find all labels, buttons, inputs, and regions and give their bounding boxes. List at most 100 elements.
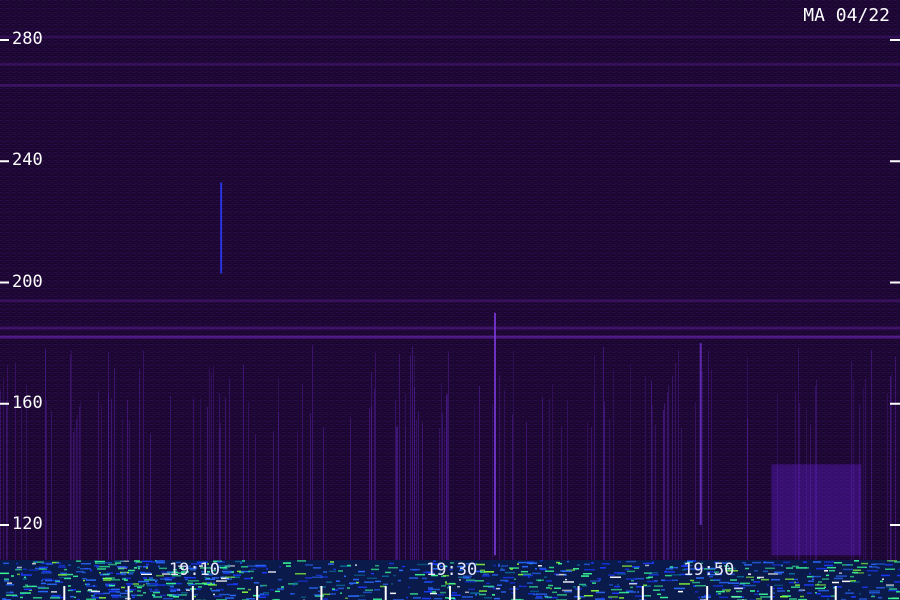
low-band-speck [301, 596, 306, 598]
low-band-speck [344, 575, 346, 578]
low-band-speck [719, 581, 729, 584]
low-band-speck [32, 562, 36, 565]
low-band-speck [87, 583, 90, 585]
noise-column [150, 433, 151, 560]
low-band-speck [818, 581, 822, 583]
noise-column [630, 364, 631, 560]
low-band-speck [135, 562, 137, 564]
low-band-speck [591, 590, 599, 592]
low-band-speck [783, 561, 790, 564]
low-band-speck [785, 578, 794, 580]
low-band-speck [885, 564, 893, 566]
noise-column [549, 399, 550, 560]
noise-column [302, 383, 303, 560]
low-band-speck [501, 565, 508, 567]
low-band-speck [223, 572, 230, 575]
noise-stripe [0, 113, 900, 114]
low-band-speck [536, 595, 542, 598]
spectrogram-chart: MA 04/22 120 160 200 240 280 19:10 19:30 19:50 [0, 0, 900, 600]
noise-stripe [0, 148, 900, 149]
noise-stripe [0, 540, 900, 541]
low-band-speck [771, 578, 780, 581]
low-band-speck [527, 562, 537, 564]
low-band-speck [887, 560, 897, 562]
low-band-speck [358, 586, 367, 589]
low-band-speck [143, 592, 146, 594]
low-band-speck [482, 575, 490, 577]
low-band-speck [393, 574, 396, 577]
low-band-speck [45, 579, 52, 582]
low-band-speck [37, 586, 45, 588]
low-band-speck [46, 563, 53, 565]
low-band-speck [736, 590, 742, 593]
low-band-speck [121, 571, 127, 574]
low-band-speck [617, 573, 626, 575]
y-tick-left [0, 281, 9, 284]
low-band-speck [409, 577, 418, 579]
low-band-speck [886, 586, 894, 588]
noise-column [865, 378, 866, 560]
low-band-speck [208, 584, 217, 586]
noise-column [350, 417, 351, 560]
low-band-speck [153, 591, 160, 594]
low-band-speck [646, 577, 650, 579]
low-band-speck [35, 560, 37, 563]
noise-stripe [0, 414, 900, 415]
noise-stripe [0, 351, 900, 352]
low-band-speck [528, 576, 530, 578]
low-band-speck [577, 564, 580, 566]
low-band-speck [286, 565, 291, 567]
low-band-speck [573, 586, 576, 588]
low-band-speck [390, 592, 396, 595]
low-band-speck [70, 595, 74, 598]
low-band-speck [492, 574, 498, 576]
low-band-speck [674, 587, 685, 590]
noise-stripe [0, 533, 900, 534]
low-band-speck [827, 566, 836, 569]
low-band-speck [266, 568, 268, 570]
low-band-speck [6, 583, 14, 586]
low-band-speck [431, 588, 440, 591]
noise-column [3, 377, 4, 560]
noise-column [504, 389, 505, 560]
noise-column [395, 399, 396, 560]
noise-column [71, 349, 72, 560]
low-band-speck [25, 584, 28, 586]
low-band-speck [881, 574, 890, 577]
noise-column [207, 407, 208, 560]
low-band-speck [743, 584, 754, 587]
noise-stripe [0, 365, 900, 366]
low-band-speck [211, 589, 220, 592]
low-band-speck [535, 567, 537, 570]
low-band-speck [645, 564, 649, 567]
low-band-speck [166, 582, 176, 585]
low-band-speck [15, 568, 22, 571]
low-band-speck [6, 594, 17, 596]
noise-stripe [0, 64, 900, 65]
low-band-speck [619, 591, 629, 594]
low-band-speck [17, 566, 22, 569]
low-band-speck [354, 574, 365, 577]
noise-column [474, 405, 475, 560]
low-band-speck [170, 585, 174, 588]
low-band-speck [852, 571, 858, 574]
low-band-speck [774, 584, 783, 587]
low-band-speck [496, 587, 500, 590]
noise-stripe [0, 246, 900, 247]
low-band-speck [132, 596, 135, 598]
low-band-speck [222, 570, 232, 573]
low-band-speck [385, 571, 391, 574]
low-band-speck [428, 587, 433, 589]
low-band-speck [889, 588, 897, 590]
low-band-speck [780, 595, 788, 598]
noise-stripe [0, 78, 900, 79]
low-band-speck [876, 587, 885, 589]
noise-column [399, 353, 400, 560]
low-band-speck [374, 589, 380, 591]
low-band-speck [134, 585, 144, 587]
low-band-speck [818, 589, 829, 592]
vertical-feature [699, 343, 702, 525]
low-band-speck [666, 568, 673, 570]
low-band-speck [20, 592, 31, 594]
low-band-speck [4, 580, 9, 582]
